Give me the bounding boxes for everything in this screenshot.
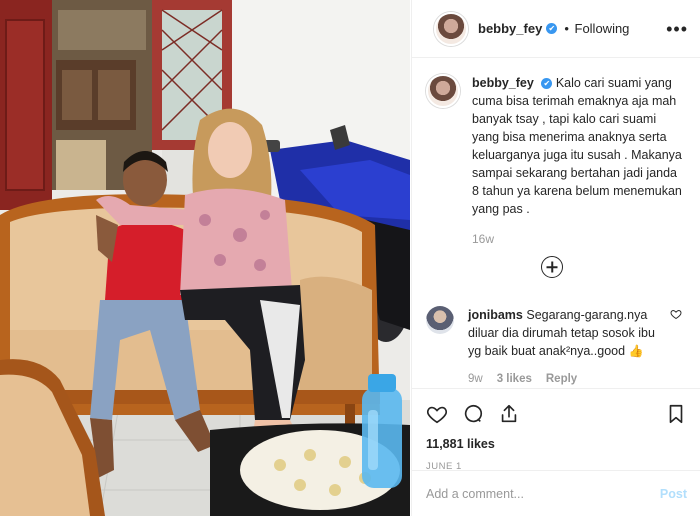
thumbs-up-emoji: 👍 (628, 344, 644, 358)
caption-timestamp[interactable]: 16w (472, 230, 686, 248)
comment-input[interactable] (426, 486, 660, 501)
bookmark-icon[interactable] (665, 403, 687, 425)
comment-username[interactable]: jonibams (468, 308, 523, 322)
comment-icon[interactable] (462, 403, 484, 425)
caption-body: bebby_fey ✔ Kalo cari suami yang cuma bi… (472, 74, 686, 248)
post-sidebar: bebby_fey ✔ • Following ••• bebby_fey ✔ … (411, 0, 700, 516)
verified-badge-icon: ✔ (541, 78, 553, 89)
post-header: bebby_fey ✔ • Following ••• (412, 0, 700, 58)
action-icons (426, 399, 687, 429)
caption-text: Kalo cari suami yang cuma bisa terimah e… (472, 76, 682, 216)
post-comment-button[interactable]: Post (660, 487, 687, 501)
follow-status[interactable]: • Following (562, 21, 629, 36)
comment-like-heart-icon[interactable] (670, 308, 682, 320)
comment-meta: 9w 3 likes Reply (468, 370, 668, 388)
post-actions: 11,881 likes JUNE 1 (412, 388, 700, 472)
commenter-avatar[interactable] (426, 306, 454, 334)
ellipsis-icon[interactable]: ••• (666, 20, 688, 38)
caption-avatar[interactable] (426, 74, 460, 108)
load-more-comments-icon[interactable] (541, 256, 563, 278)
comment-body: jonibams Segarang-garang.nya diluar dia … (468, 306, 668, 388)
verified-badge-icon: ✔ (546, 23, 558, 34)
share-icon[interactable] (498, 403, 520, 425)
heart-icon[interactable] (426, 403, 448, 425)
comments-section: bebby_fey ✔ Kalo cari suami yang cuma bi… (412, 58, 700, 388)
caption: bebby_fey ✔ Kalo cari suami yang cuma bi… (426, 74, 686, 248)
author-avatar[interactable] (434, 11, 468, 46)
reply-button[interactable]: Reply (546, 370, 577, 388)
post-photo[interactable] (0, 0, 410, 516)
following-label[interactable]: Following (575, 21, 630, 36)
comment-item: jonibams Segarang-garang.nya diluar dia … (426, 306, 686, 388)
caption-username[interactable]: bebby_fey (472, 76, 534, 90)
photo-illustration (0, 0, 410, 516)
like-count[interactable]: 11,881 likes (426, 437, 687, 451)
author-username[interactable]: bebby_fey (478, 21, 542, 36)
separator-dot: • (564, 21, 569, 36)
comment-composer: Post (412, 470, 700, 516)
comment-time[interactable]: 9w (468, 370, 483, 388)
comment-likes[interactable]: 3 likes (497, 370, 532, 388)
